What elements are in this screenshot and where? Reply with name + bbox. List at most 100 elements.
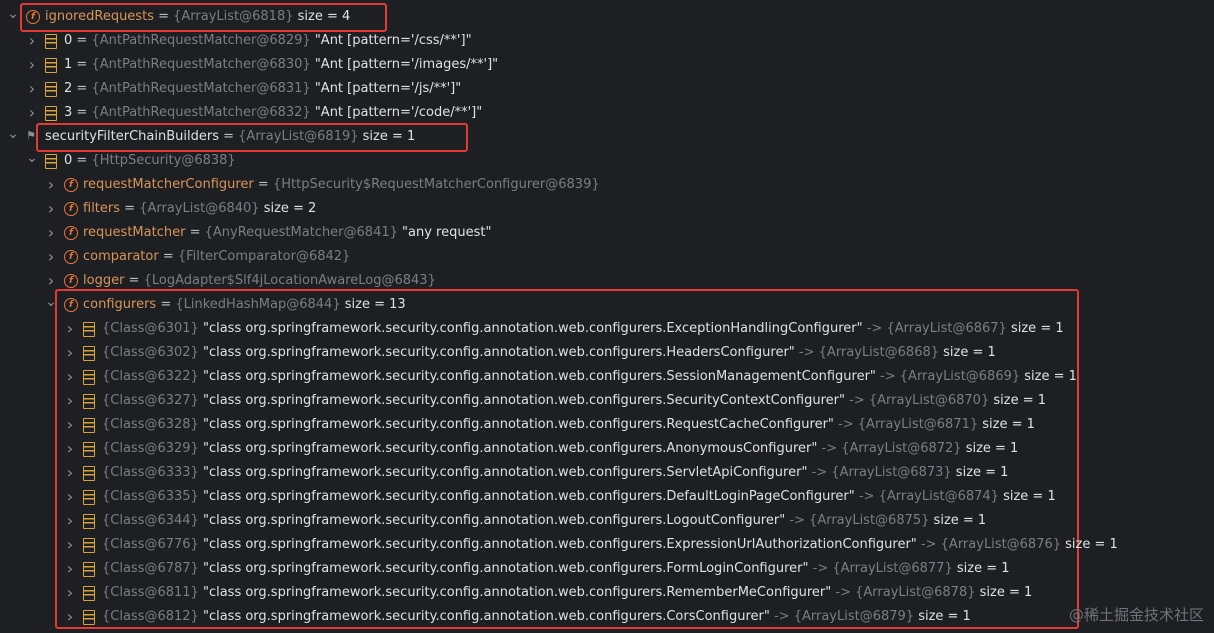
chevron-down-icon[interactable]: ⌄ [7,5,19,29]
map-entry-row[interactable]: › {Class@6302} "class org.springframework… [0,341,1214,365]
chevron-down-icon[interactable]: ⌄ [45,293,57,317]
collection-size: size = 1 [929,513,987,528]
array-element-icon [83,394,95,409]
map-entry-row[interactable]: › {Class@6335} "class org.springframework… [0,485,1214,509]
key-reference: {Class@6302} [102,345,199,360]
field-row[interactable]: › f requestMatcherConfigurer = {HttpSecuri… [0,173,1214,197]
map-arrow: -> [854,489,879,504]
chevron-right-icon[interactable]: › [26,77,38,101]
chevron-right-icon[interactable]: › [45,197,57,221]
chevron-right-icon[interactable]: › [64,341,76,365]
chevron-right-icon[interactable]: › [45,269,57,293]
map-entry-row[interactable]: › {Class@6776} "class org.springframework… [0,533,1214,557]
array-element-row[interactable]: › 2 = {AntPathRequestMatcher@6831} "Ant [… [0,77,1214,101]
chevron-right-icon[interactable]: › [64,533,76,557]
map-entry-row[interactable]: › {Class@6811} "class org.springframework… [0,581,1214,605]
chevron-right-icon[interactable]: › [64,437,76,461]
field-row[interactable]: › f requestMatcher = {AnyRequestMatcher@68… [0,221,1214,245]
map-entry-row[interactable]: › {Class@6322} "class org.springframework… [0,365,1214,389]
key-value: "class org.springframework.security.conf… [198,537,917,552]
array-element-row[interactable]: › 1 = {AntPathRequestMatcher@6830} "Ant [… [0,53,1214,77]
chevron-right-icon[interactable]: › [64,413,76,437]
map-entry-row[interactable]: › {Class@6787} "class org.springframework… [0,557,1214,581]
key-value: "class org.springframework.security.conf… [198,417,834,432]
object-reference: {ArrayList@6819} [238,129,359,144]
value-reference: {ArrayList@6868} [818,345,940,360]
key-reference: {Class@6787} [102,561,199,576]
object-reference: {LinkedHashMap@6844} [175,297,341,312]
collection-size: size = 1 [961,441,1019,456]
map-arrow: -> [916,537,941,552]
key-value: "class org.springframework.security.conf… [198,465,808,480]
chevron-right-icon[interactable]: › [45,221,57,245]
key-value: "class org.springframework.security.conf… [198,441,818,456]
row-text: 2 = {AntPathRequestMatcher@6831} "Ant [p… [64,77,461,101]
key-value: "class org.springframework.security.conf… [198,369,876,384]
array-element-row[interactable]: ⌄ 0 = {HttpSecurity@6838} [0,149,1214,173]
row-text: requestMatcherConfigurer = {HttpSecurity… [83,173,600,197]
equals-sign: = [185,225,205,240]
chevron-right-icon[interactable]: › [64,365,76,389]
object-value: "Ant [pattern='/css/**']" [310,33,472,48]
row-text: {Class@6302} "class org.springframework.… [102,341,996,365]
map-entry-row[interactable]: › {Class@6344} "class org.springframework… [0,509,1214,533]
value-reference: {ArrayList@6876} [940,537,1062,552]
array-element-icon [83,418,95,433]
map-entry-row[interactable]: › {Class@6328} "class org.springframework… [0,413,1214,437]
chevron-right-icon[interactable]: › [26,29,38,53]
chevron-right-icon[interactable]: › [64,605,76,629]
key-value: "class org.springframework.security.conf… [198,609,770,624]
value-reference: {ArrayList@6872} [841,441,962,456]
chevron-right-icon[interactable]: › [64,389,76,413]
field-row[interactable]: › f comparator = {FilterComparator@6842} [0,245,1214,269]
object-reference: {ArrayList@6840} [139,201,260,216]
collection-size: size = 1 [1006,321,1064,336]
key-reference: {Class@6328} [102,417,199,432]
row-text: 0 = {HttpSecurity@6838} [64,149,236,173]
chevron-down-icon[interactable]: ⌄ [26,149,38,173]
chevron-right-icon[interactable]: › [64,317,76,341]
value-reference: {ArrayList@6874} [878,489,999,504]
field-row[interactable]: ⌄ ⚑ securityFilterChainBuilders = {ArrayLi… [0,125,1214,149]
array-element-row[interactable]: › 0 = {AntPathRequestMatcher@6829} "Ant [… [0,29,1214,53]
chevron-right-icon[interactable]: › [45,245,57,269]
row-text: 0 = {AntPathRequestMatcher@6829} "Ant [p… [64,29,472,53]
collection-size: size = 1 [998,489,1056,504]
array-element-icon [45,106,57,121]
row-text: {Class@6333} "class org.springframework.… [102,461,1008,485]
row-text: {Class@6776} "class org.springframework.… [102,533,1118,557]
equals-sign: = [218,129,239,144]
chevron-right-icon[interactable]: › [64,557,76,581]
map-entry-row[interactable]: › {Class@6333} "class org.springframework… [0,461,1214,485]
row-text: {Class@6322} "class org.springframework.… [102,365,1077,389]
map-entry-row[interactable]: › {Class@6301} "class org.springframework… [0,317,1214,341]
chevron-right-icon[interactable]: › [64,581,76,605]
map-entry-row[interactable]: › {Class@6812} "class org.springframework… [0,605,1214,629]
array-element-row[interactable]: › 3 = {AntPathRequestMatcher@6832} "Ant [… [0,101,1214,125]
key-value: "class org.springframework.security.conf… [198,561,809,576]
chevron-right-icon[interactable]: › [64,509,76,533]
chevron-right-icon[interactable]: › [64,461,76,485]
key-reference: {Class@6329} [102,441,199,456]
map-entry-row[interactable]: › {Class@6329} "class org.springframework… [0,437,1214,461]
map-entry-row[interactable]: › {Class@6327} "class org.springframework… [0,389,1214,413]
chevron-right-icon[interactable]: › [26,53,38,77]
chevron-down-icon[interactable]: ⌄ [7,125,19,149]
field-row[interactable]: ⌄ f ignoredRequests = {ArrayList@6818} siz… [0,5,1214,29]
variable-name: configurers [83,297,157,312]
collection-size: size = 1 [358,129,416,144]
field-row[interactable]: › f filters = {ArrayList@6840} size = 2 [0,197,1214,221]
key-reference: {Class@6344} [102,513,199,528]
field-icon: f [64,202,78,216]
object-value: "any request" [397,225,492,240]
map-arrow: -> [785,513,810,528]
row-text: {Class@6301} "class org.springframework.… [102,317,1064,341]
chevron-right-icon[interactable]: › [64,485,76,509]
collection-size: size = 1 [989,393,1047,408]
row-text: {Class@6812} "class org.springframework.… [102,605,971,629]
chevron-right-icon[interactable]: › [45,173,57,197]
field-row[interactable]: › f logger = {LogAdapter$Slf4jLocationAwar… [0,269,1214,293]
key-reference: {Class@6333} [102,465,199,480]
field-row[interactable]: ⌄ f configurers = {LinkedHashMap@6844} siz… [0,293,1214,317]
chevron-right-icon[interactable]: › [26,101,38,125]
